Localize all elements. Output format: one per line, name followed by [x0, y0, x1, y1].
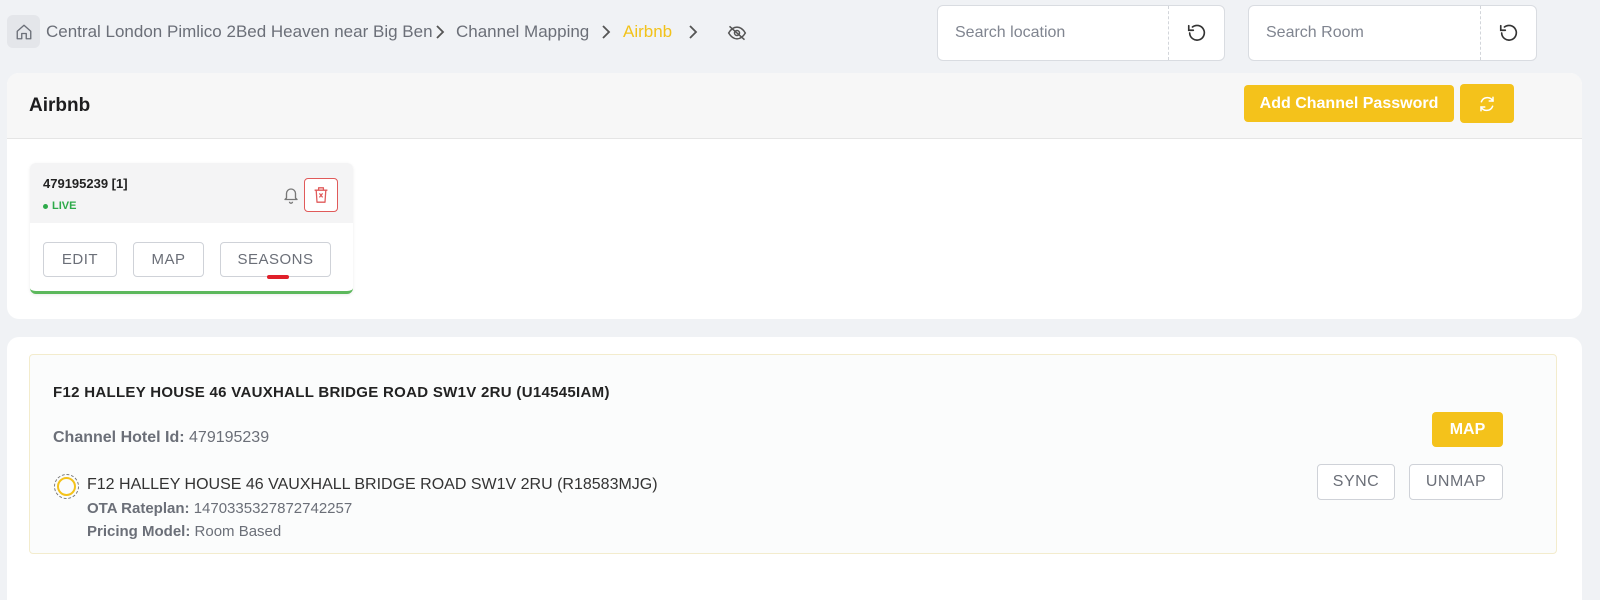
map-card-button[interactable]: MAP	[133, 242, 204, 277]
channel-title: Airbnb	[29, 95, 91, 116]
search-room-input[interactable]	[1249, 6, 1482, 60]
search-location-box	[937, 5, 1225, 61]
seasons-indicator	[267, 275, 289, 279]
live-dot-icon	[43, 203, 48, 209]
hotel-id-value: 479195239	[189, 429, 270, 446]
mapping-panel: F12 HALLEY HOUSE 46 VAUXHALL BRIDGE ROAD…	[7, 337, 1582, 600]
unmap-button[interactable]: UNMAP	[1409, 464, 1503, 500]
home-icon	[16, 24, 31, 39]
pricing-model: Pricing Model: Room Based	[87, 523, 281, 540]
search-location-input[interactable]	[938, 6, 1170, 60]
bell-icon[interactable]	[282, 185, 300, 205]
chevron-right-icon	[436, 25, 445, 39]
channel-listing-card: 479195239 [1] LIVE EDIT MAP SEASONS	[30, 163, 353, 294]
status-badge: LIVE	[43, 200, 76, 212]
sync-button[interactable]: SYNC	[1317, 464, 1395, 500]
seasons-button[interactable]: SEASONS	[220, 242, 331, 277]
delete-button[interactable]	[304, 178, 338, 212]
eye-off-icon[interactable]	[727, 25, 747, 41]
refresh-icon	[1187, 24, 1205, 41]
breadcrumb-property[interactable]: Central London Pimlico 2Bed Heaven near …	[46, 22, 433, 42]
sync-icon	[1480, 96, 1494, 111]
top-bar: Central London Pimlico 2Bed Heaven near …	[0, 0, 1600, 70]
reset-location-button[interactable]	[1168, 6, 1224, 60]
edit-button[interactable]: EDIT	[43, 242, 117, 277]
pricing-model-value: Room Based	[194, 523, 282, 540]
ota-rateplan-value: 1470335327872742257	[193, 500, 353, 517]
rateplan-name: F12 HALLEY HOUSE 46 VAUXHALL BRIDGE ROAD…	[87, 476, 658, 493]
ota-rateplan-label: OTA Rateplan:	[87, 500, 190, 517]
chevron-right-icon	[689, 25, 698, 39]
home-button[interactable]	[7, 15, 40, 48]
listing-id: 479195239 [1]	[43, 176, 128, 191]
radio-ring	[57, 477, 76, 496]
channel-hotel-id: Channel Hotel Id: 479195239	[53, 429, 269, 447]
search-room-box	[1248, 5, 1537, 61]
card-header: 479195239 [1] LIVE	[30, 163, 353, 223]
hotel-id-label: Channel Hotel Id:	[53, 429, 185, 446]
channel-panel: Airbnb Add Channel Password 479195239 [1…	[7, 73, 1582, 319]
status-text: LIVE	[52, 200, 77, 212]
room-title: F12 HALLEY HOUSE 46 VAUXHALL BRIDGE ROAD…	[53, 384, 610, 401]
breadcrumb-channel-mapping[interactable]: Channel Mapping	[456, 22, 589, 42]
channel-panel-header: Airbnb Add Channel Password	[7, 73, 1582, 139]
chevron-right-icon	[602, 25, 611, 39]
trash-icon	[314, 187, 328, 203]
rateplan-radio[interactable]	[54, 474, 79, 499]
map-room-button[interactable]: MAP	[1432, 412, 1503, 447]
breadcrumb-airbnb[interactable]: Airbnb	[623, 22, 672, 42]
reset-room-button[interactable]	[1480, 6, 1536, 60]
refresh-icon	[1499, 24, 1517, 41]
room-mapping-card: F12 HALLEY HOUSE 46 VAUXHALL BRIDGE ROAD…	[29, 354, 1557, 554]
pricing-model-label: Pricing Model:	[87, 523, 191, 540]
add-channel-password-button[interactable]: Add Channel Password	[1244, 85, 1454, 122]
ota-rateplan: OTA Rateplan: 1470335327872742257	[87, 500, 352, 517]
sync-channel-button[interactable]	[1460, 84, 1514, 123]
